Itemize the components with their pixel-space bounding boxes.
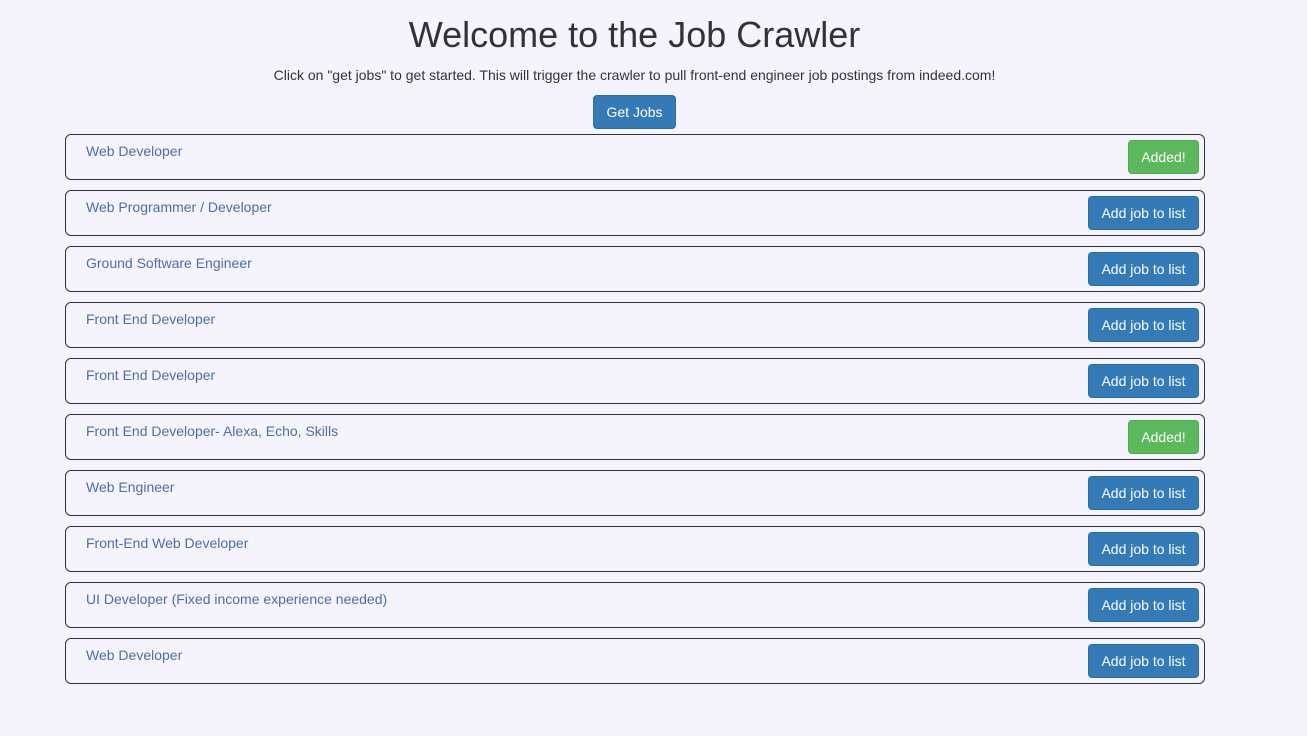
job-item: Web Developer Added! xyxy=(65,134,1205,180)
job-title-link[interactable]: Web Developer xyxy=(86,647,182,663)
job-title-link[interactable]: Web Developer xyxy=(86,143,182,159)
add-job-button[interactable]: Add job to list xyxy=(1088,364,1199,398)
job-item: Web Developer Add job to list xyxy=(65,638,1205,684)
add-job-button[interactable]: Add job to list xyxy=(1088,252,1199,286)
job-title-link[interactable]: Front End Developer- Alexa, Echo, Skills xyxy=(86,423,338,439)
job-item: Front End Developer Add job to list xyxy=(65,358,1205,404)
page-subtitle: Click on "get jobs" to get started. This… xyxy=(273,67,996,83)
job-title-link[interactable]: Front-End Web Developer xyxy=(86,535,248,551)
job-item: Front-End Web Developer Add job to list xyxy=(65,526,1205,572)
job-title-link[interactable]: UI Developer (Fixed income experience ne… xyxy=(86,591,387,607)
job-title-link[interactable]: Front End Developer xyxy=(86,311,215,327)
job-title-link[interactable]: Web Programmer / Developer xyxy=(86,199,272,215)
job-title-link[interactable]: Web Engineer xyxy=(86,479,174,495)
add-job-button[interactable]: Add job to list xyxy=(1088,476,1199,510)
get-jobs-button[interactable]: Get Jobs xyxy=(593,95,676,129)
add-job-button[interactable]: Add job to list xyxy=(1088,532,1199,566)
job-crawler-page: Welcome to the Job Crawler Click on "get… xyxy=(0,0,1307,736)
job-title-link[interactable]: Front End Developer xyxy=(86,367,215,383)
job-item: Front End Developer Add job to list xyxy=(65,302,1205,348)
page-title: Welcome to the Job Crawler xyxy=(408,14,861,55)
job-item: Web Programmer / Developer Add job to li… xyxy=(65,190,1205,236)
job-title-link[interactable]: Ground Software Engineer xyxy=(86,255,252,271)
job-item: UI Developer (Fixed income experience ne… xyxy=(65,582,1205,628)
job-added-button[interactable]: Added! xyxy=(1128,140,1199,174)
add-job-button[interactable]: Add job to list xyxy=(1088,588,1199,622)
add-job-button[interactable]: Add job to list xyxy=(1088,308,1199,342)
job-item: Ground Software Engineer Add job to list xyxy=(65,246,1205,292)
job-list: Web Developer Added! Web Programmer / De… xyxy=(65,134,1205,694)
job-item: Web Engineer Add job to list xyxy=(65,470,1205,516)
job-added-button[interactable]: Added! xyxy=(1128,420,1199,454)
job-item: Front End Developer- Alexa, Echo, Skills… xyxy=(65,414,1205,460)
add-job-button[interactable]: Add job to list xyxy=(1088,644,1199,678)
add-job-button[interactable]: Add job to list xyxy=(1088,196,1199,230)
